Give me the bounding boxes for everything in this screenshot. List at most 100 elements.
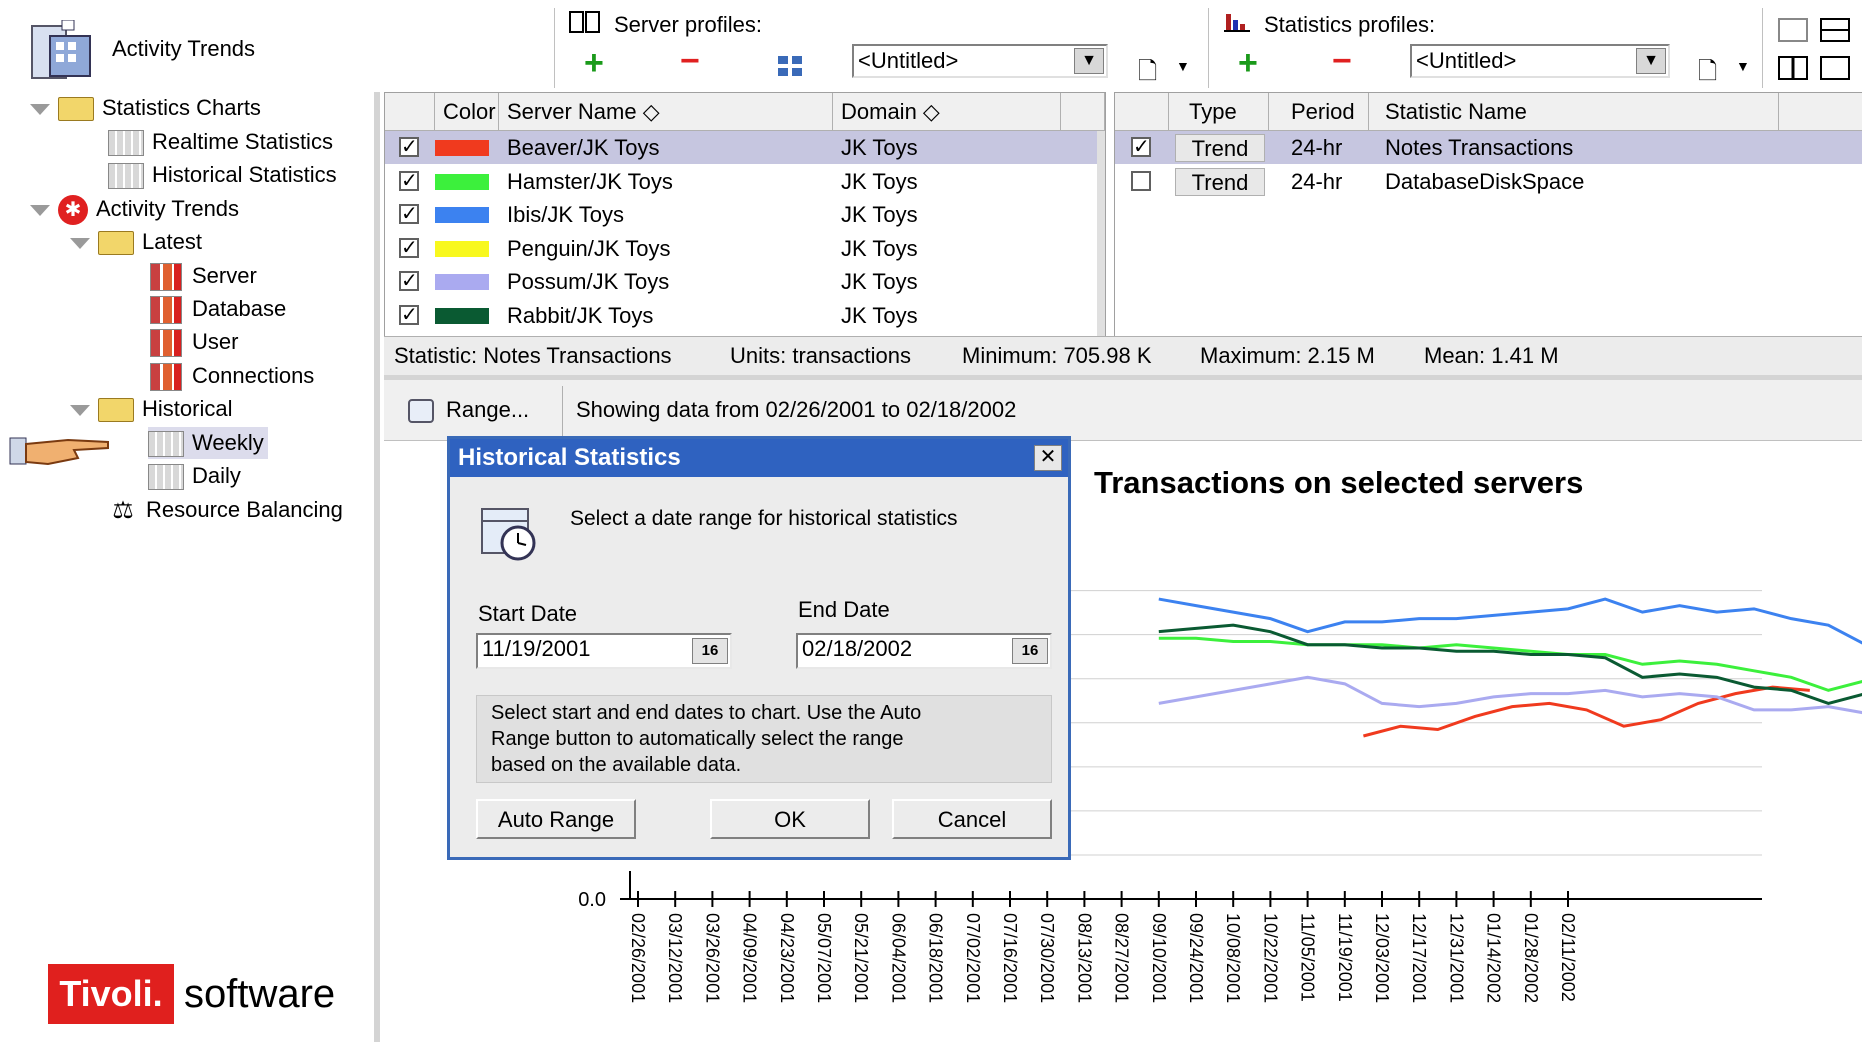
server-domain: JK Toys (841, 269, 918, 294)
server-checkbox[interactable]: ✓ (399, 170, 419, 191)
server-checkbox[interactable]: ✓ (399, 204, 419, 224)
tree-item-statistics-charts[interactable]: Statistics Charts (30, 92, 261, 124)
auto-range-button[interactable]: Auto Range (476, 799, 636, 839)
chevron-down-icon[interactable]: ▼ (1176, 58, 1190, 74)
dialog-title-bar[interactable]: Historical Statistics (450, 439, 1068, 477)
remove-server-profile-button[interactable]: − (680, 44, 700, 78)
server-color-swatch[interactable] (435, 307, 489, 324)
server-color-swatch[interactable] (435, 173, 489, 190)
column-header-color[interactable]: Color (435, 93, 499, 131)
layout-split-vertical-icon[interactable] (1778, 56, 1808, 80)
toolbar-separator (1762, 8, 1763, 88)
table-row[interactable]: ✓ Ibis/JK Toys JK Toys (385, 198, 1105, 231)
layout-icon[interactable] (1778, 18, 1808, 42)
server-color-swatch[interactable] (435, 140, 489, 156)
add-server-profile-button[interactable]: + (584, 46, 604, 80)
chevron-down-icon[interactable]: ▼ (1074, 48, 1104, 74)
x-tick-label: 12/31/2001 (1446, 913, 1466, 1003)
column-header-period[interactable]: Period (1269, 93, 1369, 131)
bar-chart-icon (150, 329, 182, 358)
table-row[interactable]: ✓ Possum/JK Toys JK Toys (385, 265, 1105, 298)
server-hierarchy-icon[interactable] (776, 54, 806, 80)
calendar-icon[interactable]: 16 (1012, 638, 1048, 664)
chevron-down-icon[interactable] (70, 404, 90, 416)
tree-item-label: Database (192, 296, 287, 321)
column-header-check (1115, 93, 1169, 131)
tree-item-daily[interactable]: Daily (148, 460, 241, 492)
stat-profile-value: <Untitled> (1416, 48, 1517, 73)
server-profile-value: <Untitled> (858, 48, 959, 73)
chevron-down-icon[interactable]: ▼ (1736, 58, 1750, 74)
table-row[interactable]: Trend 24-hr DatabaseDiskSpace (1115, 165, 1862, 198)
table-row[interactable]: ✓ Beaver/JK Toys JK Toys (385, 131, 1105, 164)
column-header-type[interactable]: Type (1169, 93, 1269, 131)
stat-profile-select[interactable]: <Untitled> ▼ (1410, 44, 1670, 78)
server-checkbox[interactable]: ✓ (399, 304, 419, 325)
add-stat-profile-button[interactable]: + (1238, 46, 1258, 80)
statistic-period: 24-hr (1291, 135, 1343, 160)
chevron-down-icon[interactable]: ▼ (1636, 48, 1666, 74)
tree-item-activity-trends[interactable]: ✱ Activity Trends (30, 193, 239, 226)
x-tick-label: 09/10/2001 (1149, 913, 1169, 1003)
tree-item-weekly[interactable]: Weekly (148, 427, 268, 459)
server-color-swatch[interactable] (435, 207, 489, 223)
statistic-checkbox[interactable]: ✓ (1131, 137, 1151, 157)
column-header-check (385, 93, 435, 131)
statistic-type[interactable]: Trend (1175, 167, 1265, 196)
vertical-scrollbar[interactable] (1097, 131, 1105, 336)
server-checkbox[interactable]: ✓ (399, 137, 419, 157)
column-header-domain[interactable]: Domain ◇ (833, 93, 1061, 131)
table-row[interactable]: ✓ Hamster/JK Toys JK Toys (385, 165, 1105, 198)
minimum-label: Minimum: 705.98 K (962, 343, 1152, 368)
units-label: Units: transactions (730, 343, 911, 368)
tree-item-user[interactable]: User (150, 326, 238, 358)
remove-stat-profile-button[interactable]: − (1332, 44, 1352, 78)
ok-button[interactable]: OK (710, 799, 870, 839)
end-date-value: 02/18/2002 (802, 636, 913, 661)
layout-split-horizontal-icon[interactable] (1820, 18, 1850, 42)
server-checkbox[interactable]: ✓ (399, 271, 419, 291)
table-row[interactable]: ✓ Trend 24-hr Notes Transactions (1115, 131, 1862, 164)
chevron-down-icon[interactable] (30, 103, 50, 115)
chevron-down-icon[interactable] (70, 237, 90, 249)
tree-item-realtime-statistics[interactable]: Realtime Statistics (108, 126, 333, 158)
end-date-field[interactable]: 02/18/2002 16 (796, 633, 1052, 669)
statistic-checkbox[interactable] (1131, 170, 1151, 191)
server-profile-select[interactable]: <Untitled> ▼ (852, 44, 1108, 78)
new-document-icon[interactable]: 🗋 (1138, 54, 1157, 95)
layout-single-icon[interactable] (1820, 56, 1850, 80)
toolbar-separator (1208, 8, 1209, 88)
tree-item-latest[interactable]: Latest (70, 226, 202, 258)
tree-item-connections[interactable]: Connections (150, 360, 314, 392)
column-header-server-name[interactable]: Server Name ◇ (499, 93, 833, 131)
range-bar: Range... Showing data from 02/26/2001 to… (384, 380, 1862, 441)
tree-item-database[interactable]: Database (150, 293, 286, 325)
server-color-swatch[interactable] (435, 240, 489, 257)
column-header-empty (1061, 93, 1105, 131)
help-text-line: Select start and end dates to chart. Use… (491, 702, 922, 724)
new-document-icon[interactable]: 🗋 (1698, 54, 1717, 95)
help-text-line: Range button to automatically select the… (491, 728, 904, 750)
help-panel: Select start and end dates to chart. Use… (476, 695, 1052, 783)
start-date-field[interactable]: 11/19/2001 16 (476, 633, 732, 669)
table-row[interactable]: ✓ Rabbit/JK Toys JK Toys (385, 299, 1105, 332)
cancel-button[interactable]: Cancel (892, 799, 1052, 839)
folder-icon (98, 231, 134, 256)
chevron-down-icon[interactable] (30, 204, 50, 216)
tree-item-label: Statistics Charts (102, 95, 261, 120)
column-header-statistic-name[interactable]: Statistic Name (1369, 93, 1779, 131)
x-tick-label: 04/23/2001 (777, 913, 797, 1003)
table-row[interactable]: ✓ Penguin/JK Toys JK Toys (385, 232, 1105, 265)
server-color-swatch[interactable] (435, 274, 489, 290)
statistic-type[interactable]: Trend (1175, 134, 1265, 162)
x-tick-label: 03/26/2001 (702, 913, 722, 1003)
tree-item-historical[interactable]: Historical (70, 393, 232, 425)
tree-item-historical-statistics[interactable]: Historical Statistics (108, 159, 337, 191)
range-button[interactable]: Range... (408, 392, 529, 428)
close-icon[interactable]: ✕ (1034, 445, 1062, 471)
server-checkbox[interactable]: ✓ (399, 237, 419, 258)
tree-item-resource-balancing[interactable]: ⚖ Resource Balancing (108, 494, 343, 526)
calendar-icon[interactable]: 16 (692, 638, 728, 664)
server-domain: JK Toys (841, 168, 918, 194)
tree-item-server[interactable]: Server (150, 260, 257, 292)
